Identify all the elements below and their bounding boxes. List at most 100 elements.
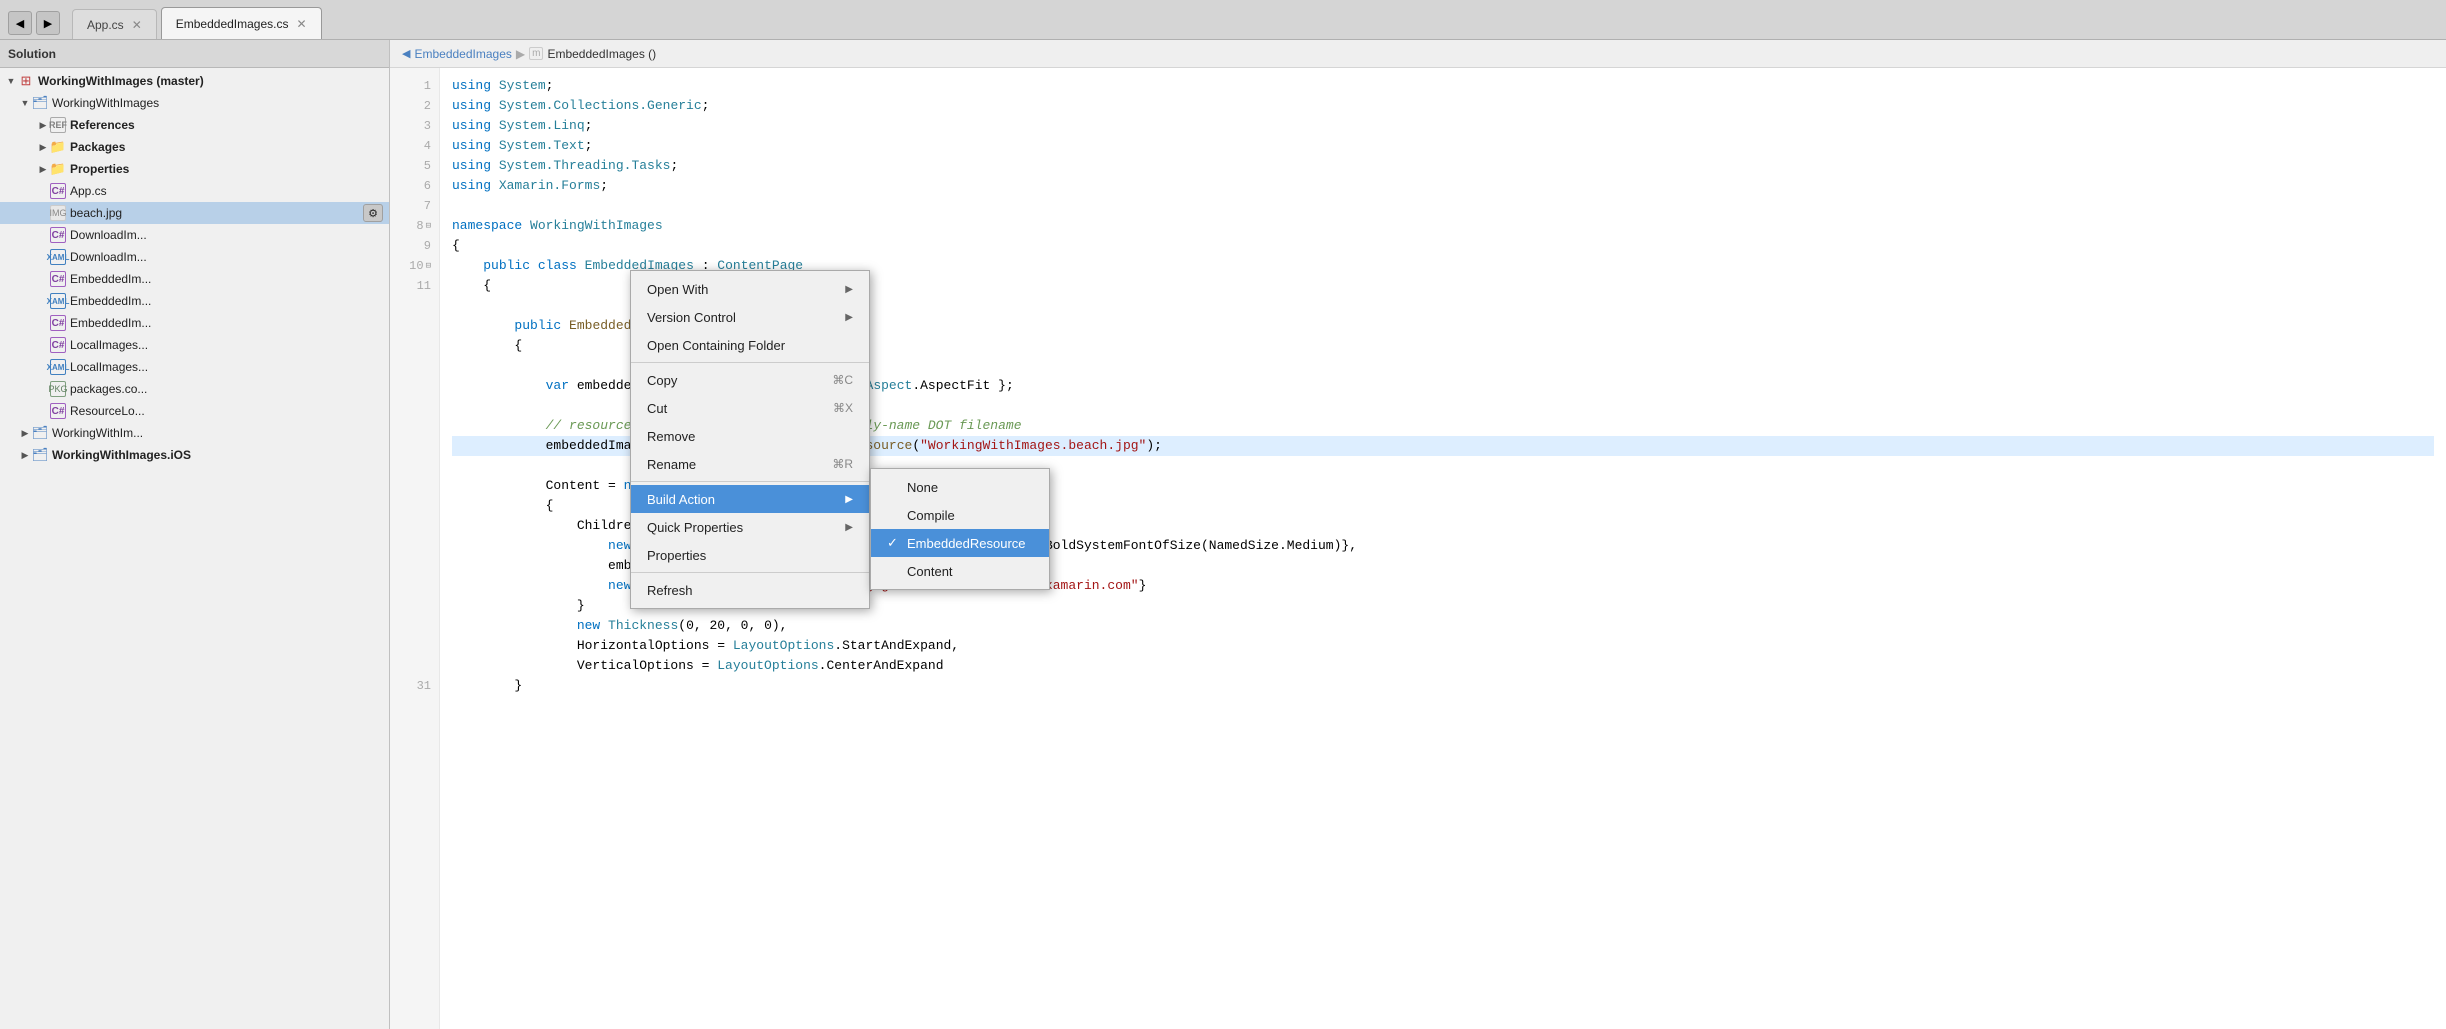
menu-item-remove[interactable]: Remove (631, 422, 869, 450)
tree-item-localimages1[interactable]: C# LocalImages... (0, 334, 389, 356)
tree-item-localimages2[interactable]: XAML LocalImages... (0, 356, 389, 378)
menu-item-refresh[interactable]: Refresh (631, 576, 869, 604)
tab-app-cs-label: App.cs (87, 18, 124, 32)
code-line-2: using System.Collections.Generic; (452, 96, 2434, 116)
workingwithim-icon: 🗂 (32, 425, 48, 441)
tab-bar: ◀ ▶ App.cs ✕ EmbeddedImages.cs ✕ (0, 0, 2446, 40)
gear-icon[interactable]: ⚙ (363, 204, 383, 222)
tree-item-packages-co[interactable]: PKG packages.co... (0, 378, 389, 400)
tree-item-workingwithimios[interactable]: ▶ 🗂 WorkingWithImages.iOS (0, 444, 389, 466)
menu-item-rename[interactable]: Rename ⌘R (631, 450, 869, 478)
project-arrow: ▼ (18, 96, 32, 110)
tree-item-downloadim1[interactable]: C# DownloadIm... (0, 224, 389, 246)
submenu-item-none[interactable]: None (871, 473, 1049, 501)
breadcrumb-method-icon: m (529, 47, 543, 60)
tree-item-resourcelo[interactable]: C# ResourceLo... (0, 400, 389, 422)
code-line-4: using System.Text; (452, 136, 2434, 156)
tree-label-embeddedim3: EmbeddedIm... (70, 316, 151, 330)
embeddedim2-icon: XAML (50, 293, 66, 309)
packages-icon: 📁 (50, 139, 66, 155)
references-arrow: ▶ (36, 118, 50, 132)
nav-back-button[interactable]: ◀ (8, 11, 32, 35)
tree-label-packages-co: packages.co... (70, 382, 147, 396)
root-arrow: ▼ (4, 74, 18, 88)
menu-item-build-action[interactable]: Build Action ▶ (631, 485, 869, 513)
tree-label-resourcelo: ResourceLo... (70, 404, 145, 418)
project-label: WorkingWithImages (52, 96, 159, 110)
references-icon: REF (50, 117, 66, 133)
breadcrumb-method[interactable]: EmbeddedImages () (547, 47, 656, 61)
tree-label-properties: Properties (70, 162, 129, 176)
menu-item-cut[interactable]: Cut ⌘X (631, 394, 869, 422)
tree-item-embeddedim2[interactable]: XAML EmbeddedIm... (0, 290, 389, 312)
breadcrumb-class[interactable]: EmbeddedImages (414, 47, 511, 61)
tree-label-app-cs: App.cs (70, 184, 107, 198)
menu-item-quick-properties[interactable]: Quick Properties ▶ (631, 513, 869, 541)
context-menu-main[interactable]: Open With ▶ Version Control ▶ Open Conta… (630, 270, 870, 609)
downloadim2-icon: XAML (50, 249, 66, 265)
localimages2-icon: XAML (50, 359, 66, 375)
root-label: WorkingWithImages (master) (38, 74, 204, 88)
workingwithimios-arrow: ▶ (18, 450, 32, 461)
submenu-item-content[interactable]: Content (871, 557, 1049, 585)
menu-item-open-containing[interactable]: Open Containing Folder (631, 331, 869, 359)
solution-tree[interactable]: ▼ ⊞ WorkingWithImages (master) ▼ 🗂 Worki… (0, 68, 389, 1029)
submenu-item-embedded-resource[interactable]: ✓ EmbeddedResource (871, 529, 1049, 557)
packages-co-icon: PKG (50, 381, 66, 397)
tree-label-beach-jpg: beach.jpg (70, 206, 122, 220)
quick-properties-arrow: ▶ (845, 522, 853, 533)
tree-item-embeddedim1[interactable]: C# EmbeddedIm... (0, 268, 389, 290)
tree-item-references[interactable]: ▶ REF References (0, 114, 389, 136)
tab-embedded-images-cs[interactable]: EmbeddedImages.cs ✕ (161, 7, 322, 39)
tree-item-packages[interactable]: ▶ 📁 Packages (0, 136, 389, 158)
tree-label-embeddedim2: EmbeddedIm... (70, 294, 151, 308)
menu-item-open-with[interactable]: Open With ▶ (631, 275, 869, 303)
tree-label-embeddedim1: EmbeddedIm... (70, 272, 151, 286)
tab-app-cs-close[interactable]: ✕ (132, 18, 142, 32)
tree-label-localimages1: LocalImages... (70, 338, 148, 352)
tree-item-app-cs[interactable]: C# App.cs (0, 180, 389, 202)
app-cs-icon: C# (50, 183, 66, 199)
menu-separator-3 (631, 572, 869, 573)
open-with-arrow: ▶ (845, 284, 853, 295)
menu-item-properties[interactable]: Properties (631, 541, 869, 569)
tree-item-workingwithim[interactable]: ▶ 🗂 WorkingWithIm... (0, 422, 389, 444)
tree-item-embeddedim3[interactable]: C# EmbeddedIm... (0, 312, 389, 334)
embeddedim1-icon: C# (50, 271, 66, 287)
code-line-7 (452, 196, 2434, 216)
resourcelo-icon: C# (50, 403, 66, 419)
panel-header: Solution (0, 40, 389, 68)
code-line-horiz: HorizontalOptions = LayoutOptions.StartA… (452, 636, 2434, 656)
code-line-31: } (452, 676, 2434, 696)
breadcrumb: ◀ EmbeddedImages ▶ m EmbeddedImages () (390, 40, 2446, 68)
tab-embedded-images-cs-close[interactable]: ✕ (296, 17, 306, 31)
menu-item-version-control[interactable]: Version Control ▶ (631, 303, 869, 331)
build-action-submenu[interactable]: None Compile ✓ EmbeddedResource Content (870, 468, 1050, 590)
tree-item-project[interactable]: ▼ 🗂 WorkingWithImages (0, 92, 389, 114)
tree-label-downloadim2: DownloadIm... (70, 250, 147, 264)
project-icon: 🗂 (32, 95, 48, 111)
properties-arrow: ▶ (36, 164, 50, 175)
breadcrumb-sep: ▶ (516, 47, 525, 61)
tab-app-cs[interactable]: App.cs ✕ (72, 9, 157, 39)
code-line-9: { (452, 236, 2434, 256)
cut-shortcut: ⌘X (833, 401, 853, 415)
tree-label-workingwithim: WorkingWithIm... (52, 426, 143, 440)
menu-item-copy[interactable]: Copy ⌘C (631, 366, 869, 394)
packages-arrow: ▶ (36, 142, 50, 153)
tree-item-downloadim2[interactable]: XAML DownloadIm... (0, 246, 389, 268)
localimages1-icon: C# (50, 337, 66, 353)
nav-forward-button[interactable]: ▶ (36, 11, 60, 35)
tree-item-properties[interactable]: ▶ 📁 Properties (0, 158, 389, 180)
code-line-6: using Xamarin.Forms; (452, 176, 2434, 196)
tree-item-root[interactable]: ▼ ⊞ WorkingWithImages (master) (0, 70, 389, 92)
solution-panel: Solution ▼ ⊞ WorkingWithImages (master) … (0, 40, 390, 1029)
code-line-vert: VerticalOptions = LayoutOptions.CenterAn… (452, 656, 2434, 676)
tab-embedded-images-cs-label: EmbeddedImages.cs (176, 17, 289, 31)
code-line-thickness: new Thickness(0, 20, 0, 0), (452, 616, 2434, 636)
tree-item-beach-jpg[interactable]: IMG beach.jpg ⚙ (0, 202, 389, 224)
embeddedim3-icon: C# (50, 315, 66, 331)
submenu-item-compile[interactable]: Compile (871, 501, 1049, 529)
tree-label-references: References (70, 118, 135, 132)
rename-shortcut: ⌘R (832, 457, 853, 471)
